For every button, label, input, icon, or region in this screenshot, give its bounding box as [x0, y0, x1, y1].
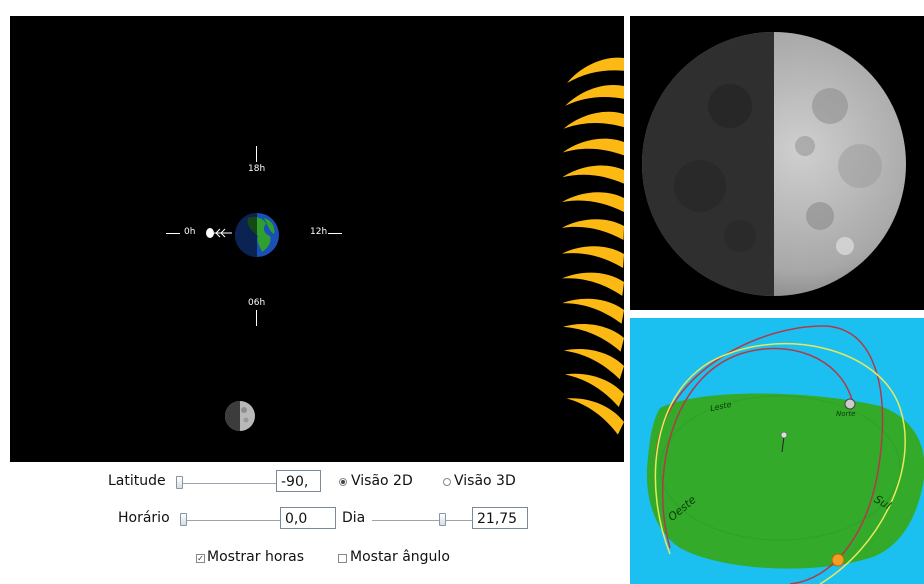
visao-2d-radio[interactable]: [339, 478, 347, 486]
mostrar-angulo-checkbox[interactable]: [338, 554, 347, 563]
orbit-2d-view[interactable]: 18h 0h 12h 06h: [10, 16, 624, 462]
controls-panel: Latitude -90, Visão 2D Visão 3D Horário …: [10, 462, 624, 584]
sun-icon: [560, 52, 624, 435]
hour-label-12h: 12h: [310, 227, 328, 237]
horario-label: Horário: [118, 510, 170, 526]
horario-slider[interactable]: [180, 520, 280, 521]
tick-0h: [166, 233, 180, 234]
moon-phase-view: [630, 16, 924, 310]
dia-label: Dia: [342, 510, 366, 526]
moon-phase-small-icon: [225, 401, 255, 431]
sky-dome: [646, 325, 924, 584]
mostrar-horas-checkbox[interactable]: ✓: [196, 554, 205, 563]
tick-12h: [328, 233, 342, 234]
horario-slider-thumb[interactable]: [180, 513, 187, 526]
latitude-label: Latitude: [108, 473, 166, 489]
mostrar-horas-label[interactable]: Mostrar horas: [207, 549, 304, 565]
visao-3d-radio[interactable]: [443, 478, 451, 486]
sky-3d-view[interactable]: Leste Norte Oeste Sul: [630, 318, 924, 584]
dia-slider-thumb[interactable]: [439, 513, 446, 526]
horario-input[interactable]: 0,0: [280, 507, 336, 529]
sun-position-icon: [831, 553, 845, 567]
earth-icon: [235, 213, 279, 257]
observer-arrow-icon: [206, 228, 232, 238]
compass-label-norte: Norte: [836, 410, 856, 418]
latitude-input[interactable]: -90,: [276, 470, 321, 492]
hour-label-0h: 0h: [184, 227, 196, 237]
visao-2d-label[interactable]: Visão 2D: [351, 473, 413, 489]
mostrar-angulo-label[interactable]: Mostar ângulo: [350, 549, 450, 565]
dia-slider[interactable]: [372, 520, 472, 521]
sun-rays: [560, 52, 624, 435]
moon-position-icon: [844, 398, 856, 410]
hour-label-18h: 18h: [248, 164, 266, 174]
tick-06h: [256, 310, 257, 326]
hour-label-06h: 06h: [248, 298, 266, 308]
tick-18h: [256, 146, 257, 162]
latitude-slider-thumb[interactable]: [176, 476, 183, 489]
moon-phase-large-icon: [642, 32, 906, 296]
dia-input[interactable]: 21,75: [472, 507, 528, 529]
latitude-slider[interactable]: [176, 483, 276, 484]
visao-3d-label[interactable]: Visão 3D: [454, 473, 516, 489]
